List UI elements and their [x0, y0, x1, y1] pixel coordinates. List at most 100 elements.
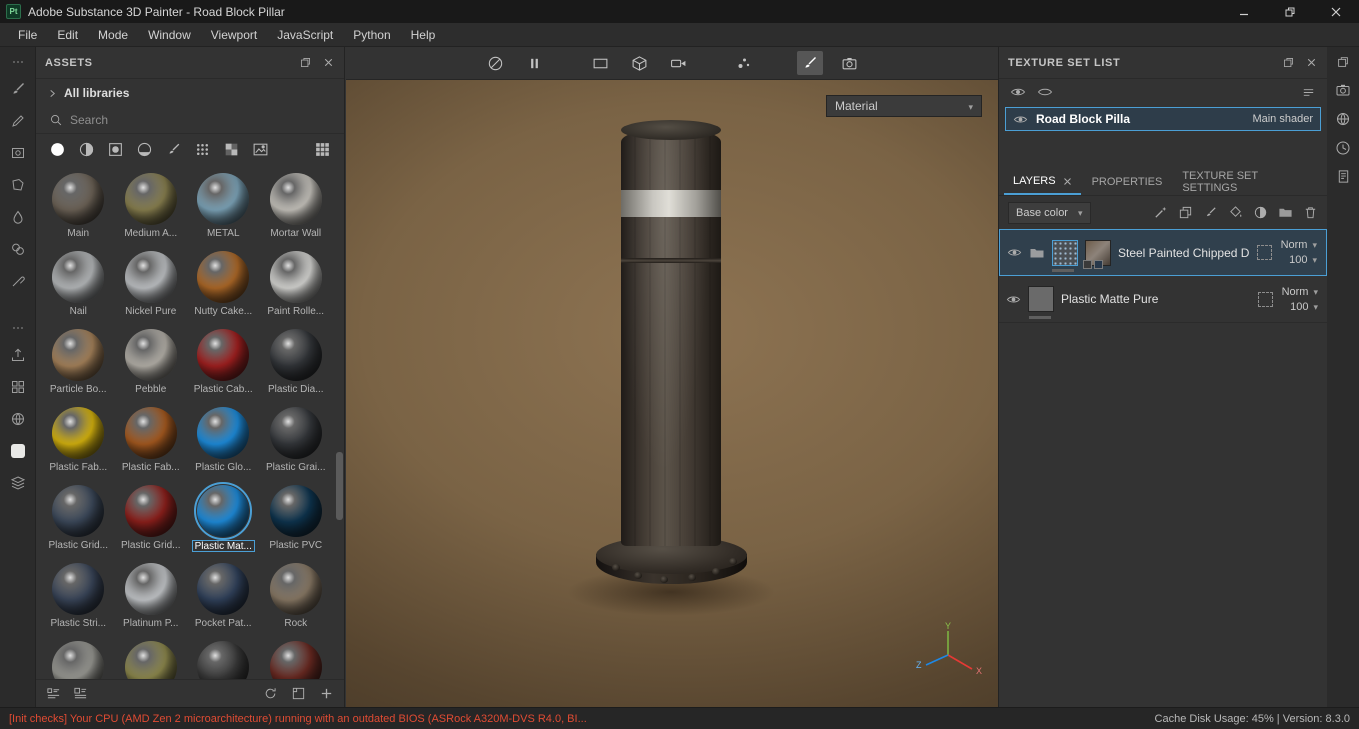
- smudge-tool-icon[interactable]: [6, 205, 30, 229]
- close-panel-icon[interactable]: [1305, 56, 1318, 69]
- add-paint-layer-icon[interactable]: [1203, 205, 1218, 220]
- texture-set-row[interactable]: Road Block Pilla Main shader: [1005, 107, 1321, 131]
- undock-panel-icon[interactable]: [299, 56, 312, 69]
- smart-material-thumbnail[interactable]: [1052, 239, 1078, 266]
- material-item[interactable]: Pebble: [119, 329, 183, 396]
- display-settings-icon[interactable]: [6, 407, 30, 431]
- opacity-select[interactable]: 100: [1287, 253, 1319, 267]
- environment-display-icon[interactable]: [1335, 111, 1351, 127]
- tab-properties[interactable]: PROPERTIES: [1083, 169, 1172, 195]
- scrollbar-thumb[interactable]: [336, 452, 343, 521]
- layer-row[interactable]: Plastic Matte Pure Norm 100: [999, 276, 1327, 323]
- menu-edit[interactable]: Edit: [47, 24, 88, 46]
- material-item[interactable]: Mortar Wall: [264, 173, 328, 240]
- material-item-selected[interactable]: Plastic Mat...: [191, 482, 255, 552]
- material-item[interactable]: Plastic Dia...: [264, 329, 328, 396]
- material-item[interactable]: Paint Rolle...: [264, 251, 328, 318]
- menu-help[interactable]: Help: [401, 24, 446, 46]
- blend-mode-select[interactable]: Norm: [1279, 238, 1319, 252]
- delete-layer-icon[interactable]: [1303, 205, 1318, 220]
- menu-viewport[interactable]: Viewport: [201, 24, 267, 46]
- fill-layer-thumbnail[interactable]: [1028, 286, 1054, 312]
- pause-engine-icon[interactable]: [521, 51, 547, 75]
- material-item[interactable]: Plastic Cab...: [191, 329, 255, 396]
- add-resource-icon[interactable]: [319, 686, 334, 701]
- screenshot-icon[interactable]: [836, 51, 862, 75]
- camera-view-icon[interactable]: [665, 51, 691, 75]
- resources-icon[interactable]: [6, 375, 30, 399]
- filter-environments-icon[interactable]: [250, 139, 271, 160]
- add-smart-material-icon[interactable]: [1178, 205, 1193, 220]
- material-item[interactable]: Plastic Grid...: [119, 485, 183, 552]
- material-item[interactable]: Medium A...: [119, 173, 183, 240]
- mask-placeholder-icon[interactable]: [1257, 291, 1273, 307]
- material-item[interactable]: [119, 641, 183, 679]
- menu-python[interactable]: Python: [343, 24, 400, 46]
- projection-tool-icon[interactable]: [6, 141, 30, 165]
- add-mask-icon[interactable]: [1253, 205, 1268, 220]
- restore-button[interactable]: [1267, 0, 1313, 23]
- close-panel-icon[interactable]: [322, 56, 335, 69]
- filter-alphas-icon[interactable]: [192, 139, 213, 160]
- symmetry-icon[interactable]: [482, 51, 508, 75]
- status-message[interactable]: [Init checks] Your CPU (AMD Zen 2 microa…: [9, 713, 587, 725]
- filter-materials-icon[interactable]: [47, 139, 68, 160]
- menu-javascript[interactable]: JavaScript: [267, 24, 343, 46]
- menu-window[interactable]: Window: [138, 24, 201, 46]
- list-view-icon[interactable]: [46, 686, 61, 701]
- camera-icon[interactable]: [1335, 82, 1351, 98]
- details-view-icon[interactable]: [73, 686, 88, 701]
- search-input[interactable]: [70, 113, 280, 127]
- add-group-folder-icon[interactable]: [1278, 205, 1293, 220]
- log-icon[interactable]: [1336, 169, 1351, 184]
- view-2d-icon[interactable]: [587, 51, 613, 75]
- filter-smart-masks-icon[interactable]: [105, 139, 126, 160]
- viewport-3d-scene[interactable]: Material Y X Z: [346, 80, 998, 707]
- road-block-pillar-model[interactable]: [558, 120, 784, 684]
- thumbnails-view-icon[interactable]: [312, 139, 333, 160]
- material-item[interactable]: Plastic Glo...: [191, 407, 255, 474]
- material-item[interactable]: Rock: [264, 563, 328, 630]
- close-button[interactable]: [1313, 0, 1359, 23]
- expand-view-icon[interactable]: [291, 686, 306, 701]
- history-icon[interactable]: [1335, 140, 1351, 156]
- group-folder-icon[interactable]: [1029, 245, 1045, 261]
- layer-visibility-eye-icon[interactable]: [1006, 292, 1021, 307]
- material-item[interactable]: Plastic Stri...: [46, 563, 110, 630]
- shading-mode-select[interactable]: Material: [826, 95, 982, 117]
- material-item[interactable]: Nickel Pure: [119, 251, 183, 318]
- material-item[interactable]: METAL: [191, 173, 255, 240]
- visibility-eye-icon[interactable]: [1013, 112, 1028, 127]
- clone-tool-icon[interactable]: [6, 237, 30, 261]
- opacity-select[interactable]: 100: [1288, 300, 1320, 314]
- add-fill-layer-icon[interactable]: [1228, 205, 1243, 220]
- axis-gizmo[interactable]: Y X Z: [914, 621, 986, 683]
- polygon-fill-tool-icon[interactable]: [6, 173, 30, 197]
- material-item[interactable]: Plastic Fab...: [46, 407, 110, 474]
- menu-mode[interactable]: Mode: [88, 24, 138, 46]
- material-item[interactable]: Nail: [46, 251, 110, 318]
- material-item[interactable]: [46, 641, 110, 679]
- menu-file[interactable]: File: [8, 24, 47, 46]
- material-item[interactable]: Plastic PVC: [264, 485, 328, 552]
- paint-tool-icon[interactable]: [6, 77, 30, 101]
- layer-visibility-eye-icon[interactable]: [1007, 245, 1022, 260]
- export-textures-icon[interactable]: [6, 343, 30, 367]
- refresh-icon[interactable]: [263, 686, 278, 701]
- material-item[interactable]: Main: [46, 173, 110, 240]
- view-3d-icon[interactable]: [626, 51, 652, 75]
- list-options-icon[interactable]: [1301, 85, 1316, 100]
- white-swatch-icon[interactable]: [6, 439, 30, 463]
- filter-brushes-icon[interactable]: [163, 139, 184, 160]
- material-item[interactable]: [191, 641, 255, 679]
- undock-panel-icon[interactable]: [1282, 56, 1295, 69]
- material-item[interactable]: Nutty Cake...: [191, 251, 255, 318]
- library-selector[interactable]: All libraries: [36, 79, 344, 107]
- brush-tool-icon[interactable]: [797, 51, 823, 75]
- close-tab-icon[interactable]: [1063, 177, 1072, 186]
- material-item[interactable]: Pocket Pat...: [191, 563, 255, 630]
- material-item[interactable]: Plastic Grid...: [46, 485, 110, 552]
- layer-row-selected[interactable]: Steel Painted Chipped Dirty Norm 100: [999, 229, 1327, 276]
- tab-layers[interactable]: LAYERS: [1004, 169, 1081, 195]
- show-all-eye-icon[interactable]: [1010, 84, 1026, 100]
